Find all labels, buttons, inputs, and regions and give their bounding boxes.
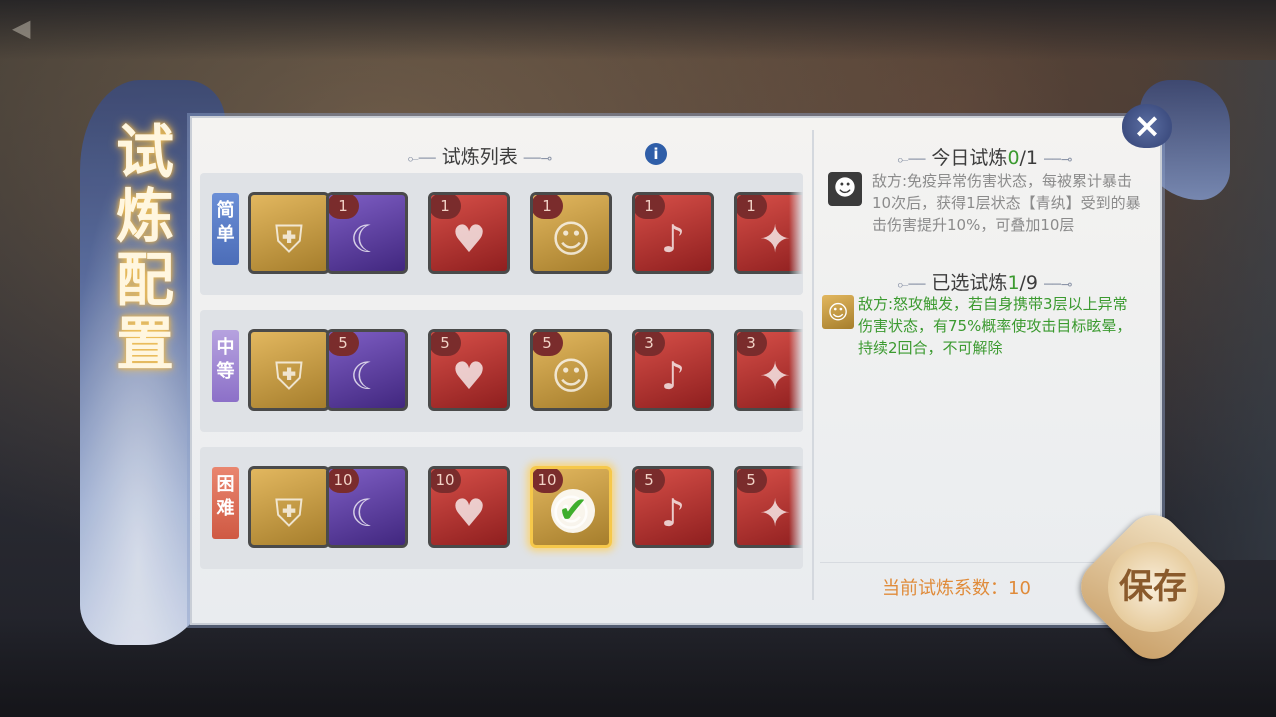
shield-guard-icon: ⛨ — [274, 217, 304, 261]
today-trial-label: 今日试炼 — [931, 147, 1008, 169]
trial-option[interactable]: ☺ 5 — [530, 329, 612, 411]
background-bottom-bar — [0, 617, 1276, 717]
trial-level-badge: 1 — [431, 195, 461, 219]
title-char: 配 — [115, 246, 174, 314]
trial-option[interactable]: ♪ 1 — [632, 192, 714, 274]
today-trial-header: ⟜── 今日试炼0/1 ──⊸ — [830, 143, 1140, 170]
selected-trial-total: /9 — [1019, 272, 1039, 294]
today-trial-current: 0 — [1007, 147, 1020, 169]
selected-trial-label: 已选试炼 — [931, 272, 1008, 294]
shield-guard-icon: ⛨ — [274, 354, 304, 398]
tier-label: 中等 — [212, 330, 239, 402]
page-title: 试 炼 配 置 — [100, 120, 190, 376]
trial-level-badge: 5 — [635, 469, 665, 493]
header-ornament-left-icon: ⟜── — [897, 152, 926, 168]
trial-level-badge: 5 — [329, 332, 359, 356]
trial-level-badge: 5 — [737, 469, 767, 493]
header-ornament-right-icon: ──⊸ — [523, 151, 553, 167]
trial-level-badge: 10 — [329, 469, 359, 493]
header-ornament-left-icon: ⟜── — [407, 151, 436, 167]
trial-option[interactable]: ☺ 1 — [530, 192, 612, 274]
selected-trial-header: ⟜── 已选试炼1/9 ──⊸ — [830, 268, 1140, 295]
info-icon[interactable]: i — [645, 143, 667, 165]
today-trial-icon: ☻ — [828, 172, 862, 206]
trial-option[interactable]: ☾ 1 — [326, 192, 408, 274]
trial-tier-row: 困难⛨☾10♥10☺10✔♪5✦5 — [200, 447, 803, 569]
background-back-icon: ◀ — [12, 14, 31, 42]
trial-list-header: ⟜── 试炼列表 ──⊸ — [330, 142, 630, 169]
trial-tier-row: 中等 ⛨ ☾ 5 ♥ 5 ☺ 5 ♪ 3 ✦ 3 — [200, 310, 803, 432]
trial-tier-row: 简单 ⛨ ☾ 1 ♥ 1 ☺ 1 ♪ 1 ✦ 1 — [200, 173, 803, 295]
header-ornament-right-icon: ──⊸ — [1044, 277, 1073, 293]
today-trial-description-box[interactable]: ☻ 敌方:免疫异常伤害状态，每被累计暴击10次后，获得1层状态【青纨】受到的暴击… — [828, 172, 1146, 246]
tier-label: 困难 — [212, 467, 239, 539]
save-button[interactable]: 保存 — [1069, 503, 1237, 671]
header-ornament-right-icon: ──⊸ — [1044, 152, 1073, 168]
close-icon: × — [1132, 106, 1162, 146]
trial-level-badge: 1 — [635, 195, 665, 219]
trial-level-badge: 10 — [431, 469, 461, 493]
title-char: 置 — [115, 310, 174, 378]
shield-guard-icon: ⛨ — [274, 491, 304, 535]
trial-level-badge: 3 — [635, 332, 665, 356]
tier-label: 简单 — [212, 193, 239, 265]
trial-list-title: 试炼列表 — [441, 146, 518, 168]
dizzy-figure-icon: ☺ — [822, 295, 854, 329]
trial-option[interactable]: ♥ 1 — [428, 192, 510, 274]
close-button[interactable]: × — [1122, 104, 1172, 148]
trial-option[interactable]: ♥ 10 — [428, 466, 510, 548]
trial-option[interactable]: ⛨ — [248, 466, 330, 548]
today-trial-description: 敌方:免疫异常伤害状态，每被累计暴击10次后，获得1层状态【青纨】受到的暴击伤害… — [872, 172, 1141, 234]
trial-option[interactable]: ♪ 3 — [632, 329, 714, 411]
trial-coefficient-value: 10 — [1008, 578, 1031, 599]
row-scroll-fade — [789, 173, 803, 295]
trial-level-badge: 3 — [737, 332, 767, 356]
today-trial-total: /1 — [1019, 147, 1039, 169]
trial-option[interactable]: ☺10✔ — [530, 466, 612, 548]
trial-level-badge: 5 — [533, 332, 563, 356]
trial-option[interactable]: ☾ 5 — [326, 329, 408, 411]
row-scroll-fade — [789, 310, 803, 432]
header-ornament-left-icon: ⟜── — [897, 277, 926, 293]
trial-coefficient-label: 当前试炼系数： — [882, 578, 1008, 599]
trial-level-badge: 1 — [329, 195, 359, 219]
background-top-bar — [0, 0, 1276, 60]
trial-option[interactable]: ⛨ — [248, 329, 330, 411]
save-button-label: 保存 — [1119, 567, 1187, 607]
title-char: 试 — [115, 118, 174, 186]
trial-option[interactable]: ☾ 10 — [326, 466, 408, 548]
trial-coefficient: 当前试炼系数：10 — [882, 574, 1031, 600]
trial-option[interactable]: ⛨ — [248, 192, 330, 274]
panel-divider — [812, 130, 814, 600]
trial-option[interactable]: ♥ 5 — [428, 329, 510, 411]
trial-level-badge: 1 — [737, 195, 767, 219]
row-scroll-fade — [789, 447, 803, 569]
check-icon: ✔ — [551, 489, 595, 533]
trial-level-badge: 5 — [431, 332, 461, 356]
title-char: 炼 — [115, 182, 174, 250]
trial-level-badge: 1 — [533, 195, 563, 219]
selected-trial-description: 敌方:怒攻触发，若自身携带3层以上异常伤害状态，有75%概率使攻击目标眩晕，持续… — [858, 295, 1132, 357]
selected-trial-current: 1 — [1007, 272, 1020, 294]
trial-option[interactable]: ♪ 5 — [632, 466, 714, 548]
